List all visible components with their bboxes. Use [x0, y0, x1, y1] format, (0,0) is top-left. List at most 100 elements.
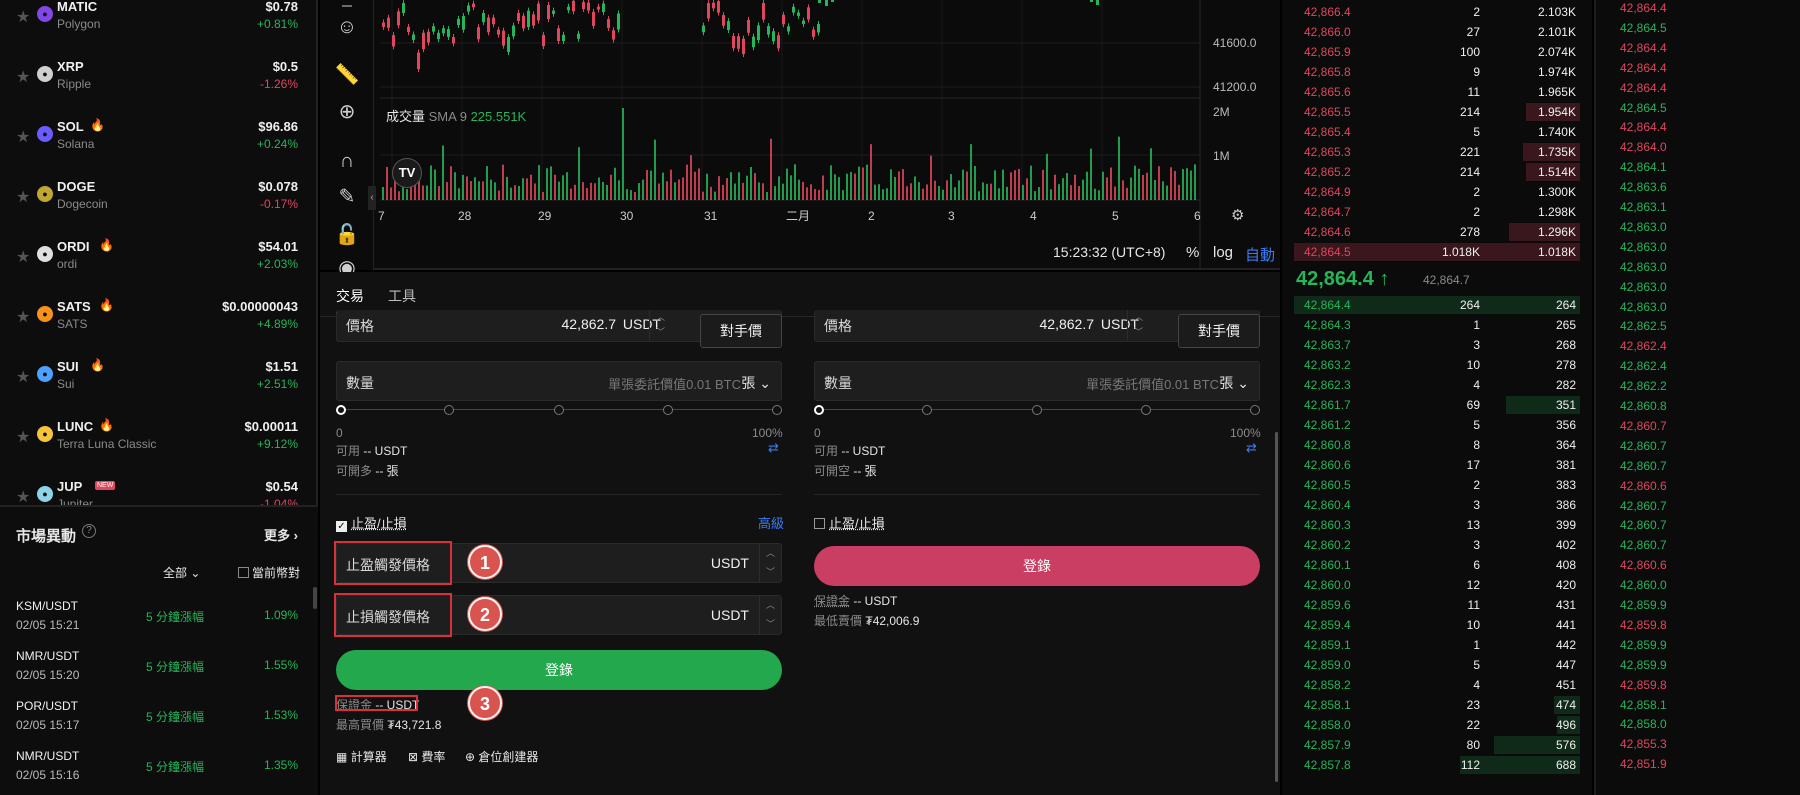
coin-row[interactable]: ★ ● LUNC 🔥 Terra Luna Classic $0.00011 +9.12% [0, 405, 316, 465]
counter-price-button[interactable]: 對手價 [700, 314, 782, 348]
ask-row[interactable]: 42,864.5 1.018K 1.018K [1294, 242, 1580, 262]
tab-trade[interactable]: 交易 [336, 286, 364, 306]
star-icon[interactable]: ★ [16, 127, 30, 147]
bid-row[interactable]: 42,859.1 1 442 [1294, 635, 1580, 655]
transfer-icon[interactable]: ⇄ [768, 440, 779, 456]
bid-row[interactable]: 42,860.4 3 386 [1294, 495, 1580, 515]
tpsl-checkbox[interactable]: ✓ 止盈/止損 [336, 513, 407, 532]
quantity-unit-dropdown[interactable]: 張 ⌄ [1219, 373, 1249, 393]
scrollbar[interactable] [313, 587, 317, 609]
star-icon[interactable]: ★ [16, 187, 30, 207]
bid-row[interactable]: 42,857.8 112 688 [1294, 755, 1580, 775]
star-icon[interactable]: ★ [16, 247, 30, 267]
counter-price-button[interactable]: 對手價 [1178, 314, 1260, 348]
slider-step-100[interactable] [1250, 405, 1260, 415]
bid-row[interactable]: 42,860.3 13 399 [1294, 515, 1580, 535]
market-mover-row[interactable]: NMR/USDT 02/05 15:20 5 分鐘漲幅 1.55% [0, 641, 318, 691]
market-mover-row[interactable]: POR/USDT 02/05 15:17 5 分鐘漲幅 1.53% [0, 691, 318, 741]
pencil-lock-icon[interactable]: ✎ [334, 184, 360, 210]
slider-step-25[interactable] [922, 405, 932, 415]
star-icon[interactable]: ★ [16, 307, 30, 327]
bid-row[interactable]: 42,858.0 22 496 [1294, 715, 1580, 735]
ruler-tool-icon[interactable]: 📏 [334, 62, 360, 88]
tradingview-logo-icon[interactable]: TV [392, 158, 422, 188]
advanced-link[interactable]: 高級 [758, 513, 784, 532]
ask-row[interactable]: 42,865.4 5 1.740K [1294, 122, 1580, 142]
slider-handle[interactable] [814, 405, 824, 415]
bid-row[interactable]: 42,860.0 12 420 [1294, 575, 1580, 595]
star-icon[interactable]: ★ [16, 487, 30, 507]
ask-row[interactable]: 42,865.9 100 2.074K [1294, 42, 1580, 62]
bid-row[interactable]: 42,858.1 23 474 [1294, 695, 1580, 715]
coin-row[interactable]: ★ ● SOL 🔥 Solana $96.86 +0.24% [0, 105, 316, 165]
bid-row[interactable]: 42,864.3 1 265 [1294, 315, 1580, 335]
ask-row[interactable]: 42,865.3 221 1.735K [1294, 142, 1580, 162]
slider-step-50[interactable] [554, 405, 564, 415]
take-profit-stepper[interactable]: ︿ ﹀ [759, 544, 781, 582]
coin-row[interactable]: ★ ● MATIC Polygon $0.78 +0.81% [0, 0, 316, 45]
bid-row[interactable]: 42,860.6 17 381 [1294, 455, 1580, 475]
fee-rate-button[interactable]: ⊠ 費率 [408, 748, 445, 765]
ask-row[interactable]: 42,864.7 2 1.298K [1294, 202, 1580, 222]
bid-row[interactable]: 42,861.7 69 351 [1294, 395, 1580, 415]
coin-row[interactable]: ★ ● XRP Ripple $0.5 -1.26% [0, 45, 316, 105]
coin-row[interactable]: ★ ● SUI 🔥 Sui $1.51 +2.51% [0, 345, 316, 405]
bid-row[interactable]: 42,860.5 2 383 [1294, 475, 1580, 495]
coin-row[interactable]: ★ ● ORDI 🔥 ordi $54.01 +2.03% [0, 225, 316, 285]
star-icon[interactable]: ★ [16, 67, 30, 87]
sell-quantity-input[interactable]: 數量 單張委託價值0.01 BTC 張 ⌄ [814, 361, 1260, 401]
buy-amount-slider[interactable] [336, 404, 782, 416]
calculator-button[interactable]: ▦ 計算器 [336, 748, 387, 765]
ask-row[interactable]: 42,866.0 27 2.101K [1294, 22, 1580, 42]
bid-row[interactable]: 42,860.2 3 402 [1294, 535, 1580, 555]
more-link[interactable]: 更多 › [264, 525, 298, 544]
collapse-toolbar-icon[interactable]: ‹ [368, 186, 376, 210]
stop-loss-stepper[interactable]: ︿ ﹀ [759, 596, 781, 634]
log-scale-button[interactable]: log [1213, 244, 1233, 261]
quantity-unit-dropdown[interactable]: 張 ⌄ [741, 373, 771, 393]
ask-row[interactable]: 42,864.6 278 1.296K [1294, 222, 1580, 242]
position-builder-button[interactable]: ⊕ 倉位創建器 [465, 748, 538, 765]
slider-step-100[interactable] [772, 405, 782, 415]
tab-tools[interactable]: 工具 [388, 286, 416, 306]
bid-row[interactable]: 42,857.9 80 576 [1294, 735, 1580, 755]
chart-canvas[interactable]: 41600.0 41200.0 2M 1M 7 28 29 30 31 二月 2 3 4 5 6 [320, 0, 1280, 270]
lock-icon[interactable]: 🔓 [334, 222, 360, 248]
magnet-tool-icon[interactable]: ∩ [334, 148, 360, 174]
transfer-icon[interactable]: ⇄ [1246, 440, 1257, 456]
market-mover-row[interactable]: KSM/USDT 02/05 15:21 5 分鐘漲幅 1.09% [0, 591, 318, 641]
bid-row[interactable]: 42,859.0 5 447 [1294, 655, 1580, 675]
buy-login-button[interactable]: 登錄 [336, 650, 782, 690]
ask-row[interactable]: 42,865.2 214 1.514K [1294, 162, 1580, 182]
bid-row[interactable]: 42,864.4 264 264 [1294, 295, 1580, 315]
zoom-in-icon[interactable]: ⊕ [334, 99, 360, 125]
coin-row[interactable]: ★ ● SATS 🔥 SATS $0.00000043 +4.89% [0, 285, 316, 345]
bid-row[interactable]: 42,863.7 3 268 [1294, 335, 1580, 355]
ask-row[interactable]: 42,865.5 214 1.954K [1294, 102, 1580, 122]
star-icon[interactable]: ★ [16, 427, 30, 447]
ask-row[interactable]: 42,864.9 2 1.300K [1294, 182, 1580, 202]
bid-row[interactable]: 42,859.4 10 441 [1294, 615, 1580, 635]
market-filter-dropdown[interactable]: 全部 ⌄ [163, 564, 200, 581]
info-icon[interactable]: ? [82, 524, 96, 538]
slider-step-75[interactable] [663, 405, 673, 415]
slider-step-75[interactable] [1141, 405, 1151, 415]
sell-login-button[interactable]: 登錄 [814, 546, 1260, 586]
slider-handle[interactable] [336, 405, 346, 415]
bid-row[interactable]: 42,862.3 4 282 [1294, 375, 1580, 395]
chart-settings-gear-icon[interactable]: ⚙ [1231, 206, 1244, 224]
sell-amount-slider[interactable] [814, 404, 1260, 416]
price-stepper[interactable]: ︿ ﹀ [1127, 310, 1149, 340]
slider-step-25[interactable] [444, 405, 454, 415]
bid-row[interactable]: 42,863.2 10 278 [1294, 355, 1580, 375]
bid-row[interactable]: 42,861.2 5 356 [1294, 415, 1580, 435]
bid-row[interactable]: 42,860.1 6 408 [1294, 555, 1580, 575]
price-stepper[interactable]: ︿ ﹀ [649, 310, 671, 340]
slider-step-50[interactable] [1032, 405, 1042, 415]
scrollbar[interactable] [1275, 432, 1278, 782]
percent-scale-button[interactable]: % [1186, 244, 1199, 261]
buy-quantity-input[interactable]: 數量 單張委託價值0.01 BTC 張 ⌄ [336, 361, 782, 401]
bid-row[interactable]: 42,858.2 4 451 [1294, 675, 1580, 695]
bid-row[interactable]: 42,860.8 8 364 [1294, 435, 1580, 455]
emoji-tool-icon[interactable]: ☺ [334, 14, 360, 40]
